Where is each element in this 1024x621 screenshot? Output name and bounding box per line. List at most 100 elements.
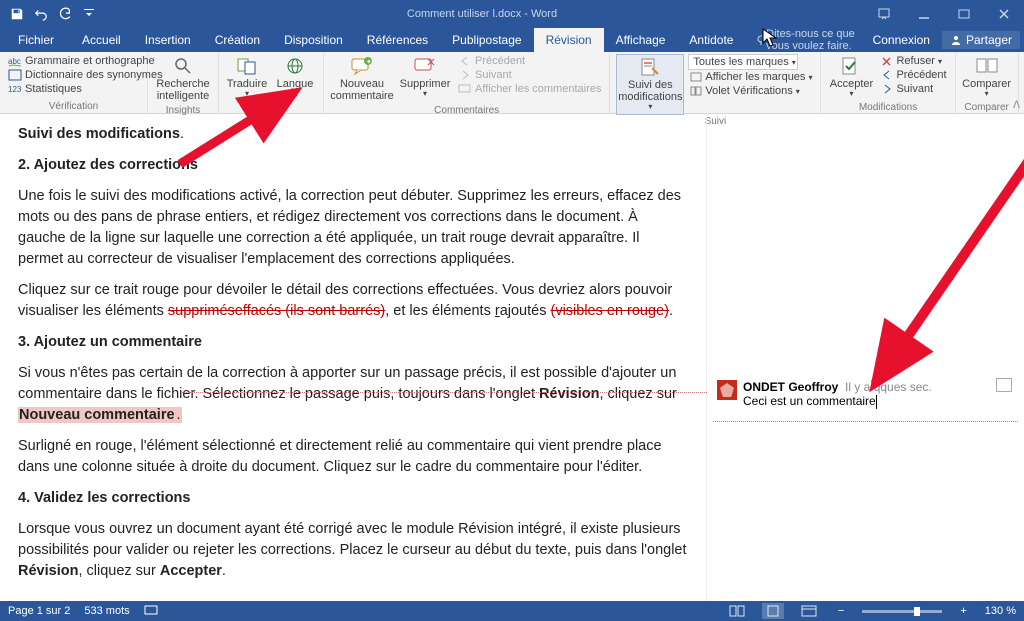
globe-icon <box>285 56 305 76</box>
status-page[interactable]: Page 1 sur 2 <box>8 605 70 617</box>
status-language-icon[interactable] <box>144 604 158 619</box>
track-changes-icon <box>640 57 660 77</box>
document-page[interactable]: Suivi des modifications. 2. Ajoutez des … <box>0 114 706 601</box>
group-changes: Accepter▾ Refuser ▾ Précédent Suivant Mo… <box>821 52 955 113</box>
translate-button[interactable]: Traduire▾ <box>225 54 269 101</box>
comment-body: Ceci est un commentaire <box>743 394 876 408</box>
reject-icon <box>881 56 893 66</box>
zoom-in-button[interactable]: + <box>956 605 970 617</box>
compare-button[interactable]: Comparer▾ <box>962 54 1012 101</box>
tab-view[interactable]: Affichage <box>604 28 678 52</box>
avatar <box>717 380 737 400</box>
next-change-icon <box>881 84 893 94</box>
paragraph: Cliquez sur ce trait rouge pour dévoiler… <box>18 280 688 322</box>
delete-comment-icon <box>414 56 436 76</box>
tab-references[interactable]: Références <box>355 28 440 52</box>
svg-text:abc: abc <box>8 57 21 66</box>
undo-icon[interactable] <box>30 3 52 25</box>
group-language: Traduire▾ Langue▾ Langue <box>219 52 324 113</box>
show-comments-button[interactable]: Afficher les commentaires <box>456 82 603 96</box>
search-icon <box>173 56 193 76</box>
track-changes-button[interactable]: Suivi des modifications▾ <box>616 54 684 115</box>
save-icon[interactable] <box>6 3 28 25</box>
person-icon <box>950 34 962 46</box>
display-for-review-dropdown[interactable]: Toutes les marques▾ <box>688 54 798 70</box>
accept-button[interactable]: Accepter▾ <box>827 54 875 101</box>
document-title: Comment utiliser l.docx - Word <box>100 8 864 20</box>
show-markup-dropdown[interactable]: Afficher les marques ▾ <box>688 70 814 84</box>
tab-layout[interactable]: Disposition <box>272 28 355 52</box>
tab-home[interactable]: Accueil <box>70 28 133 52</box>
group-insights: Recherche intelligente Insights <box>148 52 219 113</box>
read-mode-icon[interactable] <box>726 603 748 619</box>
thesaurus-button[interactable]: Dictionnaire des synonymes <box>6 68 165 82</box>
group-comments: ✦Nouveau commentaire Supprimer▾ Précéden… <box>324 52 610 113</box>
repeat-icon[interactable] <box>54 3 76 25</box>
word-count-button[interactable]: 123Statistiques <box>6 82 165 96</box>
tab-design[interactable]: Création <box>203 28 272 52</box>
sign-in-link[interactable]: Connexion <box>865 33 938 47</box>
comment-connector <box>182 392 707 393</box>
prev-icon <box>458 55 472 67</box>
zoom-slider[interactable] <box>862 610 942 613</box>
markup-icon <box>690 72 702 82</box>
heading-2: 2. Ajoutez des corrections <box>18 155 688 176</box>
ribbon-options-icon[interactable] <box>864 0 904 28</box>
paragraph: Si vous n'êtes pas certain de la correct… <box>18 363 688 426</box>
lightbulb-icon <box>755 34 762 46</box>
next-icon <box>458 69 472 81</box>
next-comment-button[interactable]: Suivant <box>456 68 603 82</box>
collapse-ribbon-icon[interactable]: ᐱ <box>1013 100 1020 111</box>
next-change-button[interactable]: Suivant <box>879 82 948 96</box>
comment-card[interactable]: ONDET Geoffroy Il y a qques sec. Ceci es… <box>713 374 1018 422</box>
heading-3: 3. Ajoutez un commentaire <box>18 332 688 353</box>
document-area: Suivi des modifications. 2. Ajoutez des … <box>0 114 1024 601</box>
close-icon[interactable] <box>984 0 1024 28</box>
reject-button[interactable]: Refuser ▾ <box>879 54 948 68</box>
group-verification: abcGrammaire et orthographe Dictionnaire… <box>0 52 148 113</box>
spelling-button[interactable]: abcGrammaire et orthographe <box>6 54 165 68</box>
comments-pane: ONDET Geoffroy Il y a qques sec. Ceci es… <box>706 114 1024 601</box>
group-compare: Comparer▾ Comparer <box>956 52 1019 113</box>
prev-change-icon <box>881 70 893 80</box>
svg-text:✦: ✦ <box>366 58 372 66</box>
tell-me-search[interactable]: Dites-nous ce que vous voulez faire. <box>745 28 864 52</box>
print-layout-icon[interactable] <box>762 603 784 619</box>
tab-antidote[interactable]: Antidote <box>677 28 745 52</box>
new-comment-button[interactable]: ✦Nouveau commentaire <box>330 54 394 104</box>
pane-icon <box>690 86 702 96</box>
smart-lookup-button[interactable]: Recherche intelligente <box>154 54 212 104</box>
maximize-icon[interactable] <box>944 0 984 28</box>
tab-file[interactable]: Fichier <box>2 28 70 52</box>
book-icon <box>8 69 22 81</box>
delete-comment-button[interactable]: Supprimer▾ <box>398 54 452 101</box>
group-tracking: Suivi des modifications▾ Toutes les marq… <box>610 52 821 113</box>
check-abc-icon: abc <box>8 55 22 67</box>
reviewing-pane-dropdown[interactable]: Volet Vérifications ▾ <box>688 84 814 98</box>
minimize-icon[interactable] <box>904 0 944 28</box>
show-comments-icon <box>458 83 472 95</box>
tab-mailings[interactable]: Publipostage <box>440 28 533 52</box>
reply-icon[interactable] <box>996 378 1012 392</box>
language-button[interactable]: Langue▾ <box>273 54 317 101</box>
compare-icon <box>976 56 998 76</box>
title-bar: Comment utiliser l.docx - Word <box>0 0 1024 28</box>
stats-icon: 123 <box>8 83 22 95</box>
status-words[interactable]: 533 mots <box>84 605 129 617</box>
accept-icon <box>841 56 861 76</box>
tab-review[interactable]: Révision <box>534 28 604 52</box>
zoom-out-button[interactable]: − <box>834 605 848 617</box>
svg-text:123: 123 <box>8 85 22 94</box>
paragraph: Une fois le suivi des modifications acti… <box>18 186 688 270</box>
zoom-level[interactable]: 130 % <box>985 605 1016 617</box>
text-caret <box>876 395 877 409</box>
web-layout-icon[interactable] <box>798 603 820 619</box>
share-button[interactable]: Partager <box>942 31 1020 49</box>
heading-4: 4. Validez les corrections <box>18 488 688 509</box>
comment-author: ONDET Geoffroy <box>743 380 838 394</box>
tab-insert[interactable]: Insertion <box>133 28 203 52</box>
qat-customize-icon[interactable] <box>78 3 100 25</box>
paragraph: Surligné en rouge, l'élément sélectionné… <box>18 436 688 478</box>
prev-change-button[interactable]: Précédent <box>879 68 948 82</box>
prev-comment-button[interactable]: Précédent <box>456 54 603 68</box>
